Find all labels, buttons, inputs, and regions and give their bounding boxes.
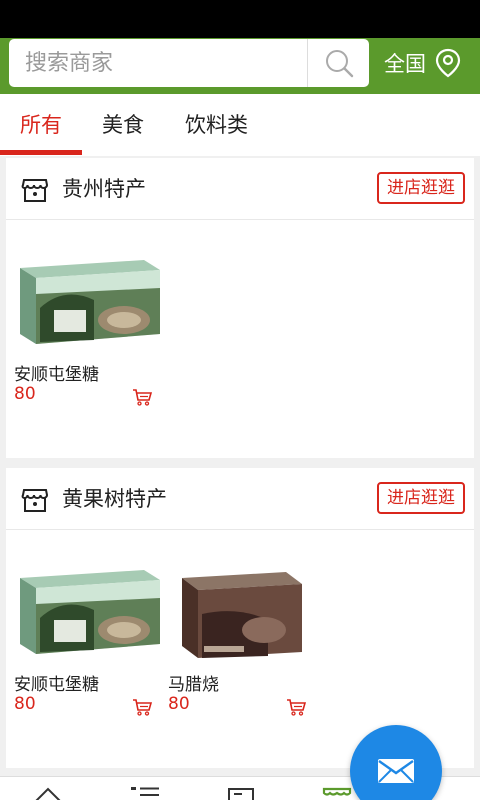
product-item[interactable]: 安顺屯堡糖 80 <box>14 558 164 738</box>
news-icon[interactable] <box>228 785 254 800</box>
tab-all[interactable]: 所有 <box>20 94 62 156</box>
home-icon[interactable] <box>34 785 62 800</box>
shop-card: 贵州特产 进店逛逛 安顺屯堡糖 80 <box>6 158 474 458</box>
cart-icon[interactable] <box>132 388 152 406</box>
product-image <box>20 260 160 344</box>
header: 全国 <box>0 38 480 94</box>
mail-icon <box>378 759 414 783</box>
location-pin-icon <box>435 48 461 78</box>
visit-shop-button[interactable]: 进店逛逛 <box>377 172 465 204</box>
product-name: 安顺屯堡糖 <box>14 365 99 385</box>
shop-name: 贵州特产 <box>62 177 146 201</box>
shop-name: 黄果树特产 <box>62 487 167 511</box>
shop-icon <box>21 179 49 202</box>
product-image <box>20 570 160 654</box>
product-price: 80 <box>168 694 190 714</box>
search-box <box>9 39 369 87</box>
status-bar <box>0 0 480 38</box>
shop-card-header: 贵州特产 进店逛逛 <box>6 158 474 220</box>
shop-card-header: 黄果树特产 进店逛逛 <box>6 468 474 530</box>
active-tab-indicator <box>0 150 82 155</box>
product-item[interactable]: 马腊烧 80 <box>168 558 318 738</box>
search-input[interactable] <box>9 39 307 87</box>
tab-food[interactable]: 美食 <box>102 94 144 156</box>
product-name: 马腊烧 <box>168 675 219 695</box>
cart-icon[interactable] <box>132 698 152 716</box>
product-image <box>182 572 302 658</box>
visit-shop-button[interactable]: 进店逛逛 <box>377 482 465 514</box>
cart-icon[interactable] <box>286 698 306 716</box>
region-selector[interactable]: 全国 <box>384 38 462 88</box>
search-icon <box>325 50 353 78</box>
list-icon[interactable] <box>130 785 160 800</box>
product-price: 80 <box>14 694 36 714</box>
category-tabs: 所有 美食 饮料类 <box>0 94 480 156</box>
product-item[interactable]: 安顺屯堡糖 80 <box>14 248 164 428</box>
shop-icon <box>21 489 49 512</box>
search-button[interactable] <box>308 39 369 87</box>
shop-card: 黄果树特产 进店逛逛 安顺屯堡糖 80 马腊烧 80 <box>6 468 474 768</box>
product-name: 安顺屯堡糖 <box>14 675 99 695</box>
product-price: 80 <box>14 384 36 404</box>
region-label: 全国 <box>384 52 426 76</box>
tab-drinks[interactable]: 饮料类 <box>185 94 248 156</box>
shop-nav-icon[interactable] <box>322 785 352 800</box>
